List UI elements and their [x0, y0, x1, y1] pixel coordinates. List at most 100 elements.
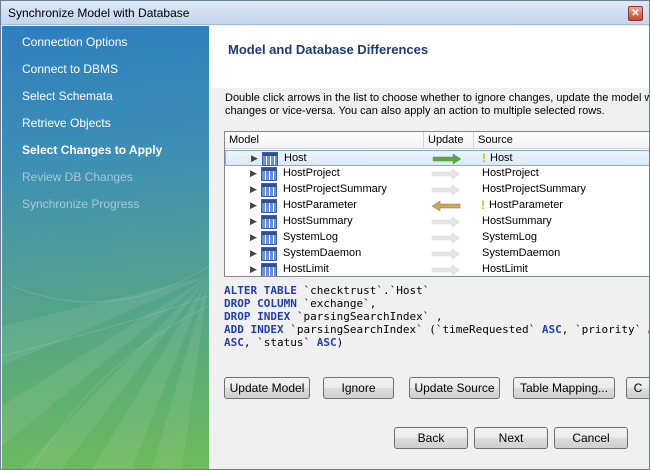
table-icon [262, 152, 278, 166]
instructions-line-2: changes or vice-versa. You can also appl… [225, 105, 605, 117]
sql-keyword: ASC [224, 336, 244, 349]
sql-line: ALTER TABLE `checktrust`.`Host` [224, 284, 649, 297]
step-select-schemata: Select Schemata [22, 89, 113, 103]
table-icon [261, 199, 277, 213]
source-table-name: Host [490, 152, 513, 164]
update-source-arrow-icon[interactable] [431, 154, 463, 164]
source-table-name: HostSummary [482, 215, 552, 227]
step-review-db-changes: Review DB Changes [22, 170, 133, 184]
tree-row[interactable]: ▶ HostProject HostProject [225, 166, 649, 182]
instructions-line-1: Double click arrows in the list to choos… [225, 92, 649, 104]
sql-text: `parsingSearchIndex` (`timeRequested` [283, 323, 542, 336]
source-table-name: HostParameter [489, 199, 563, 211]
sql-keyword: DROP COLUMN [224, 297, 297, 310]
update-model-button[interactable]: Update Model [224, 377, 310, 399]
close-window-button[interactable]: ✕ [628, 6, 643, 21]
ignore-arrow-icon[interactable] [430, 217, 462, 227]
expand-arrow-icon[interactable]: ▶ [250, 216, 257, 227]
model-table-name: SystemDaemon [283, 247, 362, 259]
step-synchronize-progress: Synchronize Progress [22, 197, 140, 211]
sql-line: ASC, `status` ASC) [224, 336, 649, 349]
model-table-name: HostProjectSummary [283, 183, 387, 195]
warning-icon: ! [482, 151, 486, 165]
ignore-arrow-icon[interactable] [430, 169, 462, 179]
table-icon [261, 167, 277, 181]
table-icon [261, 247, 277, 261]
wizard-steps-sidebar: Connection Options Connect to DBMS Selec… [2, 26, 209, 469]
expand-arrow-icon[interactable]: ▶ [250, 248, 257, 259]
source-table-name: HostProject [482, 167, 539, 179]
sql-keyword: ADD INDEX [224, 323, 284, 336]
column-header-model[interactable]: Model [229, 134, 259, 146]
expand-arrow-icon[interactable]: ▶ [250, 184, 257, 195]
page-title: Model and Database Differences [228, 42, 429, 57]
model-table-name: HostLimit [283, 263, 329, 275]
update-source-button[interactable]: Update Source [409, 377, 500, 399]
column-separator[interactable] [423, 132, 424, 149]
tree-row[interactable]: ▶ HostLimit HostLimit [225, 262, 649, 276]
step-retrieve-objects: Retrieve Objects [22, 116, 111, 130]
table-icon [261, 183, 277, 197]
source-table-name: SystemLog [482, 231, 538, 243]
model-table-name: HostParameter [283, 199, 357, 211]
differences-tree[interactable]: Model Update Source ▶ Host! Host ▶ HostProje… [224, 131, 649, 277]
update-model-arrow-icon[interactable] [430, 201, 462, 211]
ignore-arrow-icon[interactable] [430, 185, 462, 195]
title-bar[interactable]: Synchronize Model with Database ✕ [1, 1, 649, 25]
warning-icon: ! [481, 198, 485, 212]
table-icon [261, 263, 277, 276]
ignore-button[interactable]: Ignore [323, 377, 394, 399]
sql-keyword: ALTER TABLE [224, 284, 297, 297]
back-button[interactable]: Back [394, 427, 468, 449]
sync-wizard-window: Synchronize Model with Database ✕ Connec… [0, 0, 650, 470]
sql-keyword: ASC [316, 336, 337, 349]
table-icon [261, 231, 277, 245]
source-table-name: HostProjectSummary [482, 183, 586, 195]
model-table-name: SystemLog [283, 231, 339, 243]
expand-arrow-icon[interactable]: ▶ [250, 264, 257, 275]
wizard-content: Model and Database Differences Double cl… [209, 26, 649, 469]
tree-row[interactable]: ▶ HostParameter! HostParameter [225, 198, 649, 214]
model-table-name: HostProject [283, 167, 340, 179]
expand-arrow-icon[interactable]: ▶ [250, 200, 257, 211]
sql-text: , `status` [243, 336, 317, 349]
sql-text: `exchange`, [296, 297, 377, 310]
expand-arrow-icon[interactable]: ▶ [250, 232, 257, 243]
cancel-button[interactable]: Cancel [554, 427, 628, 449]
column-header-source[interactable]: Source [478, 134, 513, 146]
tree-row[interactable]: ▶ HostSummary HostSummary [225, 214, 649, 230]
columns-mapping-button[interactable]: C [626, 377, 649, 399]
sql-line: DROP COLUMN `exchange`, [224, 297, 649, 310]
column-header-update[interactable]: Update [428, 134, 463, 146]
tree-row[interactable]: ▶ HostProjectSummary HostProjectSummary [225, 182, 649, 198]
sql-line: ADD INDEX `parsingSearchIndex` (`timeReq… [224, 323, 649, 336]
content-header: Model and Database Differences [209, 26, 649, 88]
tree-header: Model Update Source [225, 132, 649, 149]
sql-text: ) [336, 336, 344, 349]
window-title: Synchronize Model with Database [8, 6, 190, 20]
table-mapping-button[interactable]: Table Mapping... [513, 377, 615, 399]
sql-keyword: A [648, 323, 649, 336]
tree-row[interactable]: ▶ Host! Host [225, 150, 649, 166]
source-table-name: SystemDaemon [482, 247, 561, 259]
step-connect-to-dbms: Connect to DBMS [22, 62, 119, 76]
sql-keyword: DROP INDEX [224, 310, 291, 323]
column-separator[interactable] [473, 132, 474, 149]
sql-preview: ALTER TABLE `checktrust`.`Host` DROP COL… [224, 284, 649, 349]
model-table-name: HostSummary [283, 215, 353, 227]
table-icon [261, 215, 277, 229]
sql-text: , `priority` [561, 323, 648, 336]
expand-arrow-icon[interactable]: ▶ [250, 168, 257, 179]
step-connection-options: Connection Options [22, 35, 128, 49]
sql-keyword: ASC [541, 323, 562, 336]
instructions-text: Double click arrows in the list to choos… [225, 92, 649, 118]
tree-row[interactable]: ▶ SystemLog SystemLog [225, 230, 649, 246]
ignore-arrow-icon[interactable] [430, 249, 462, 259]
tree-row[interactable]: ▶ SystemDaemon SystemDaemon [225, 246, 649, 262]
ignore-arrow-icon[interactable] [430, 233, 462, 243]
next-button[interactable]: Next [474, 427, 548, 449]
expand-arrow-icon[interactable]: ▶ [251, 153, 258, 164]
sql-line: DROP INDEX `parsingSearchIndex` , [224, 310, 649, 323]
sql-text: `checktrust`.`Host` [296, 284, 430, 297]
ignore-arrow-icon[interactable] [430, 265, 462, 275]
